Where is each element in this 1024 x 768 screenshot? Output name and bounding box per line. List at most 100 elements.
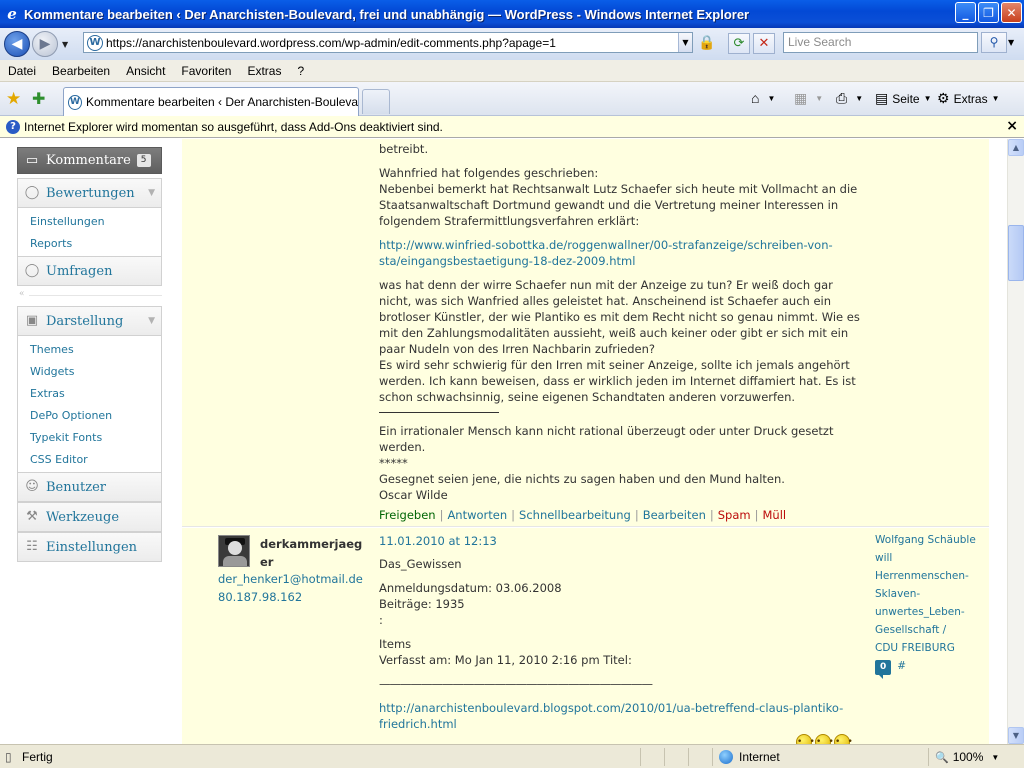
menu-appearance[interactable]: ▣ Darstellung ▼ (17, 306, 162, 336)
security-zone[interactable]: Internet (712, 748, 780, 766)
search-icon[interactable]: ⚲ (981, 32, 1007, 53)
submenu-themes[interactable]: Themes (18, 339, 161, 361)
tools-icon: ⚒ (26, 509, 38, 524)
author-email-link[interactable]: der_henker1@hotmail.de (218, 570, 363, 588)
ratings-icon: ◯ (24, 185, 40, 200)
appearance-submenu: Themes Widgets Extras DePo Optionen Type… (17, 336, 162, 472)
submenu-einstellungen[interactable]: Einstellungen (18, 211, 161, 233)
expand-arrow-icon[interactable]: ▼ (148, 316, 155, 326)
tab-active[interactable]: W Kommentare bearbeiten ‹ Der Anarchiste… (63, 87, 359, 116)
information-bar[interactable]: ? Internet Explorer wird momentan so aus… (0, 116, 1024, 138)
menu-help[interactable]: ? (289, 64, 312, 78)
trash-link[interactable]: Müll (762, 508, 786, 522)
home-icon: ⌂ (751, 90, 760, 106)
menu-settings[interactable]: ☷ Einstellungen (17, 532, 162, 562)
edit-link[interactable]: Bearbeiten (643, 508, 706, 522)
refresh-icon[interactable]: ⟳ (728, 33, 750, 54)
title-bar: e Kommentare bearbeiten ‹ Der Anarchiste… (0, 0, 1024, 28)
reply-link[interactable]: Antworten (447, 508, 507, 522)
address-dropdown-icon[interactable]: ▼ (678, 33, 692, 52)
print-button[interactable]: ⎙ ▼ (836, 90, 863, 107)
menu-ansicht[interactable]: Ansicht (118, 64, 173, 78)
submenu-extras[interactable]: Extras (18, 383, 161, 405)
forward-button[interactable]: ▶ (32, 31, 58, 57)
post-title-link[interactable]: Wolfgang Schäuble will Herrenmenschen- S… (875, 531, 987, 657)
comment-text: betreibt. Wahnfried hat folgendes geschr… (379, 142, 860, 502)
page-menu-button[interactable]: ▤ Seite ▼ (875, 90, 932, 107)
comment-link[interactable]: sta/eingangsbestaetigung-18-dez-2009.htm… (379, 254, 635, 268)
menu-collapse[interactable]: « (17, 286, 162, 306)
new-tab-button[interactable] (362, 89, 390, 114)
expand-arrow-icon[interactable]: ▼ (148, 188, 155, 198)
menu-bearbeiten[interactable]: Bearbeiten (44, 64, 118, 78)
menu-bar: Datei Bearbeiten Ansicht Favoriten Extra… (0, 60, 1024, 82)
submenu-typekit-fonts[interactable]: Typekit Fonts (18, 427, 161, 449)
infobar-close-icon[interactable]: × (1006, 118, 1018, 134)
comment-link[interactable]: friedrich.html (379, 717, 457, 731)
favorites-star-icon[interactable]: ★ (6, 89, 21, 109)
menu-comments[interactable]: ▭ Kommentare 5 (17, 147, 162, 174)
menu-ratings[interactable]: ◯ Bewertungen ▼ (17, 178, 162, 208)
submenu-reports[interactable]: Reports (18, 233, 161, 255)
vertical-scrollbar[interactable]: ▲ ▼ (1007, 139, 1024, 744)
add-favorites-icon[interactable]: ✚ (32, 89, 45, 108)
polls-icon: ◯ (24, 263, 40, 278)
submenu-depo-optionen[interactable]: DePo Optionen (18, 405, 161, 427)
menu-tools[interactable]: ⚒ Werkzeuge (17, 502, 162, 532)
comment-link[interactable]: http://www.winfried-sobottka.de/roggenwa… (379, 238, 833, 252)
smiley-icon: •‿• (796, 734, 815, 744)
minimize-button[interactable]: _ (955, 2, 976, 23)
url-text[interactable]: https://anarchistenboulevard.wordpress.c… (106, 36, 678, 50)
status-bar: ▯ Fertig Internet 🔍 100% ▼ (0, 744, 1024, 768)
scroll-up-icon[interactable]: ▲ (1008, 139, 1024, 156)
submenu-widgets[interactable]: Widgets (18, 361, 161, 383)
tools-menu-button[interactable]: ⚙ Extras ▼ (937, 90, 1000, 107)
search-input[interactable]: Live Search (783, 32, 978, 53)
page-viewport: ▭ Kommentare 5 ◯ Bewertungen ▼ Einstellu… (0, 139, 1007, 744)
lock-icon[interactable]: 🔒 (698, 35, 716, 51)
collapse-icon[interactable]: « (19, 289, 25, 299)
back-button[interactable]: ◀ (4, 31, 30, 57)
close-button[interactable]: ✕ (1001, 2, 1022, 23)
status-text: Fertig (22, 750, 53, 764)
maximize-button[interactable]: ❐ (978, 2, 999, 23)
smiley-icon: •‿• (815, 734, 834, 744)
stop-icon[interactable]: ✕ (753, 33, 775, 54)
history-dropdown-icon[interactable]: ▼ (62, 40, 68, 49)
settings-icon: ☷ (26, 539, 38, 554)
menu-users[interactable]: ☺ Benutzer (17, 472, 162, 502)
spam-link[interactable]: Spam (718, 508, 751, 522)
scroll-thumb[interactable] (1008, 225, 1024, 281)
zoom-dropdown-icon[interactable]: ▼ (991, 753, 999, 762)
approve-link[interactable]: Freigeben (379, 508, 436, 522)
author-name: derkammerjaeg er (260, 537, 363, 569)
comment-row: betreibt. Wahnfried hat folgendes geschr… (182, 139, 989, 527)
menu-polls[interactable]: ◯ Umfragen (17, 256, 162, 286)
comment-link[interactable]: http://anarchistenboulevard.blogspot.com… (379, 701, 843, 715)
wordpress-tab-icon: W (68, 94, 82, 110)
address-field[interactable]: W https://anarchistenboulevard.wordpress… (83, 32, 693, 53)
post-comment-count-badge[interactable]: 0 (875, 660, 892, 679)
feeds-button[interactable]: ▦ ▼ (794, 90, 823, 107)
submenu-css-editor[interactable]: CSS Editor (18, 449, 161, 471)
menu-datei[interactable]: Datei (0, 64, 44, 78)
info-icon: ? (6, 119, 20, 134)
comment-bubble-icon: ▭ (25, 152, 39, 168)
window-title: Kommentare bearbeiten ‹ Der Anarchisten-… (24, 6, 750, 22)
admin-menu: ▭ Kommentare 5 ◯ Bewertungen ▼ Einstellu… (17, 147, 162, 562)
search-options-icon[interactable]: ▼ (1008, 38, 1014, 47)
author-ip-link[interactable]: 80.187.98.162 (218, 588, 302, 606)
zoom-control[interactable]: 🔍 100% ▼ (928, 748, 999, 766)
comment-list: betreibt. Wahnfried hat folgendes geschr… (182, 139, 989, 744)
menu-extras[interactable]: Extras (239, 64, 289, 78)
home-button[interactable]: ⌂ ▼ (751, 90, 775, 106)
menu-favoriten[interactable]: Favoriten (173, 64, 239, 78)
scroll-down-icon[interactable]: ▼ (1008, 727, 1024, 744)
comment-date-link[interactable]: 11.01.2010 at 12:13 (379, 534, 497, 548)
signature-divider (379, 405, 499, 413)
users-icon: ☺ (25, 479, 39, 494)
ie-logo-icon: e (7, 5, 17, 23)
post-permalink[interactable]: # (897, 660, 906, 672)
infobar-text: Internet Explorer wird momentan so ausge… (24, 119, 443, 134)
quick-edit-link[interactable]: Schnellbearbeitung (519, 508, 631, 522)
